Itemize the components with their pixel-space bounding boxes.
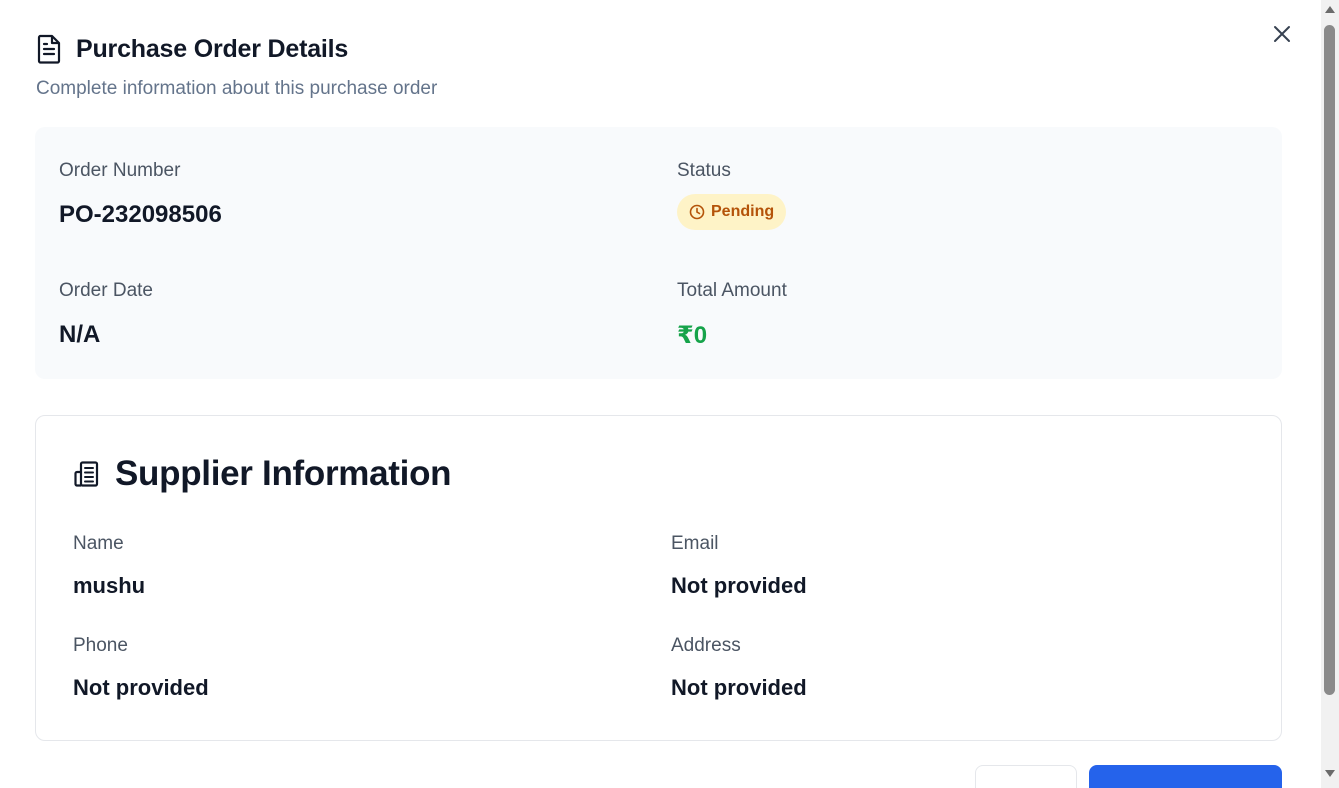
primary-footer-button[interactable] bbox=[1089, 765, 1282, 788]
scroll-down-arrow-icon[interactable] bbox=[1325, 770, 1335, 777]
supplier-information-card: Supplier Information Name mushu Email No… bbox=[35, 415, 1282, 741]
close-icon bbox=[1274, 26, 1290, 42]
order-number-label: Order Number bbox=[59, 160, 181, 181]
document-icon bbox=[37, 34, 61, 64]
order-number-value: PO-232098506 bbox=[59, 201, 222, 228]
status-badge: Pending bbox=[677, 194, 787, 230]
secondary-footer-button[interactable] bbox=[975, 765, 1077, 788]
supplier-email-label: Email bbox=[671, 533, 719, 554]
supplier-email-value: Not provided bbox=[671, 573, 807, 598]
dialog-title: Purchase Order Details bbox=[76, 34, 349, 63]
scrollbar-thumb[interactable] bbox=[1324, 25, 1335, 695]
total-amount-value: ₹0 bbox=[677, 322, 708, 349]
supplier-phone-value: Not provided bbox=[73, 675, 209, 700]
supplier-address-value: Not provided bbox=[671, 675, 807, 700]
order-date-value: N/A bbox=[59, 321, 101, 348]
scroll-up-arrow-icon[interactable] bbox=[1325, 6, 1335, 13]
supplier-title: Supplier Information bbox=[115, 454, 452, 493]
vertical-scrollbar[interactable] bbox=[1321, 0, 1339, 788]
status-text: Pending bbox=[711, 203, 775, 220]
order-date-label: Order Date bbox=[59, 280, 153, 301]
total-amount-label: Total Amount bbox=[677, 280, 787, 301]
supplier-phone-label: Phone bbox=[73, 635, 128, 656]
order-summary-card: Order Number PO-232098506 Status Pending… bbox=[35, 127, 1282, 379]
building-icon bbox=[74, 461, 99, 487]
supplier-header: Supplier Information bbox=[73, 454, 452, 494]
close-button[interactable] bbox=[1270, 22, 1294, 46]
purchase-order-dialog: Purchase Order Details Complete informat… bbox=[0, 0, 1321, 788]
clock-icon bbox=[689, 204, 705, 220]
dialog-subtitle: Complete information about this purchase… bbox=[36, 78, 438, 99]
status-label: Status bbox=[677, 160, 731, 181]
supplier-address-label: Address bbox=[671, 635, 741, 656]
supplier-name-label: Name bbox=[73, 533, 124, 554]
dialog-header: Purchase Order Details bbox=[36, 34, 348, 64]
supplier-name-value: mushu bbox=[73, 573, 146, 598]
